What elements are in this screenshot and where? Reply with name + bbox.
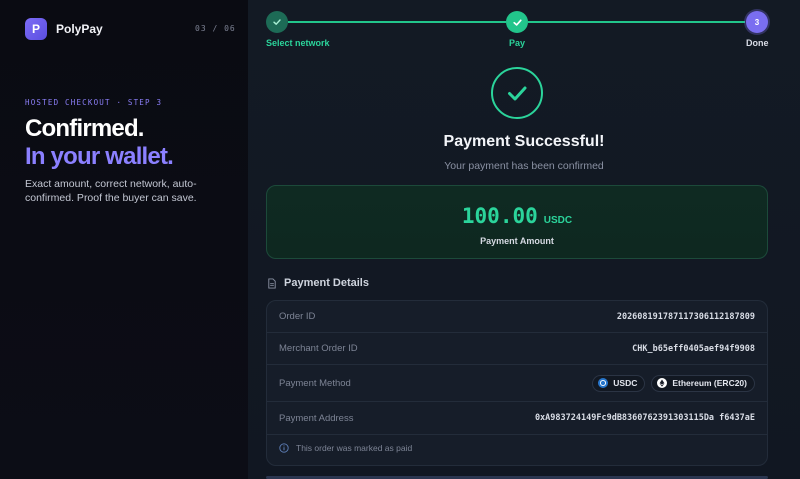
details-heading: Payment Details — [267, 277, 369, 289]
checkout-panel: Select network Pay 3 Done Payment Succes… — [248, 0, 800, 479]
paid-note-text: This order was marked as paid — [296, 443, 413, 453]
check-icon — [273, 19, 281, 25]
details-heading-text: Payment Details — [284, 277, 369, 289]
ethereum-icon — [657, 378, 668, 388]
progress-stepper: Select network Pay 3 Done — [266, 10, 786, 50]
step-1-label: Select network — [266, 38, 330, 48]
paid-note: This order was marked as paid — [279, 443, 412, 453]
headline: Confirmed. In your wallet. — [25, 115, 174, 171]
result-title: Payment Successful! — [443, 133, 605, 150]
step-1-indicator — [266, 11, 288, 33]
amount-currency: USDC — [543, 215, 573, 226]
result-subtitle: Your payment has been confirmed — [444, 160, 604, 172]
polypay-logo: P — [25, 18, 47, 40]
usdc-token-chip: USDC — [592, 374, 646, 392]
usdc-icon — [598, 378, 609, 388]
hero-description: Exact amount, correct network, auto-conf… — [25, 178, 197, 204]
headline-line-2: In your wallet. — [25, 143, 174, 170]
step-counter: 03 / 06 — [195, 24, 236, 33]
check-icon — [512, 18, 522, 26]
payment-address-label: Payment Address — [279, 412, 354, 424]
payment-address-value[interactable]: 0xA983724149Fc9dB8360762391303115Da f643… — [535, 413, 755, 423]
network-label: Ethereum (ERC20) — [672, 378, 747, 388]
stepper-connector-2 — [528, 21, 745, 23]
brand: P PolyPay — [25, 18, 103, 40]
eyebrow-label: HOSTED CHECKOUT · STEP 3 — [25, 98, 163, 107]
payment-details-card: Order ID 20260819178711730611218780​9 Me… — [266, 300, 768, 466]
merchant-order-id-label: Merchant Order ID — [279, 343, 358, 354]
brand-name: PolyPay — [56, 22, 103, 36]
payment-address-row: Payment Address 0xA983724149Fc9dB8360762… — [267, 402, 767, 435]
order-id-value[interactable]: 20260819178711730611218780​9 — [617, 312, 755, 322]
network-chip: Ethereum (ERC20) — [651, 374, 755, 392]
step-2-label: Pay — [509, 38, 526, 48]
document-icon — [268, 277, 276, 289]
merchant-order-id-value[interactable]: CHK_b65eff0405aef94f9908 — [632, 344, 755, 354]
step-3-indicator: 3 — [746, 11, 768, 33]
info-icon — [279, 443, 289, 453]
headline-line-1: Confirmed. — [25, 115, 144, 142]
order-id-label: Order ID — [279, 311, 316, 322]
usdc-token-label: USDC — [613, 378, 638, 388]
success-check-icon — [491, 67, 543, 119]
payment-method-label: Payment Method — [279, 377, 351, 389]
order-id-row: Order ID 20260819178711730611218780​9 — [267, 301, 767, 333]
merchant-order-id-row: Merchant Order ID CHK_b65eff0405aef94f99… — [267, 333, 767, 365]
hero-panel: P PolyPay 03 / 06 HOSTED CHECKOUT · STEP… — [0, 0, 248, 479]
stepper-connector-1 — [288, 21, 506, 23]
amount-card: 100.00 USDC Payment Amount — [266, 185, 768, 259]
step-3-label: Done — [746, 38, 769, 48]
amount-value: 100.00 — [461, 204, 538, 228]
step-2-indicator — [506, 11, 528, 33]
payment-method-row: Payment Method USDC Ethereum (ERC20) — [267, 365, 767, 402]
amount-label: Payment Amount — [480, 236, 554, 246]
